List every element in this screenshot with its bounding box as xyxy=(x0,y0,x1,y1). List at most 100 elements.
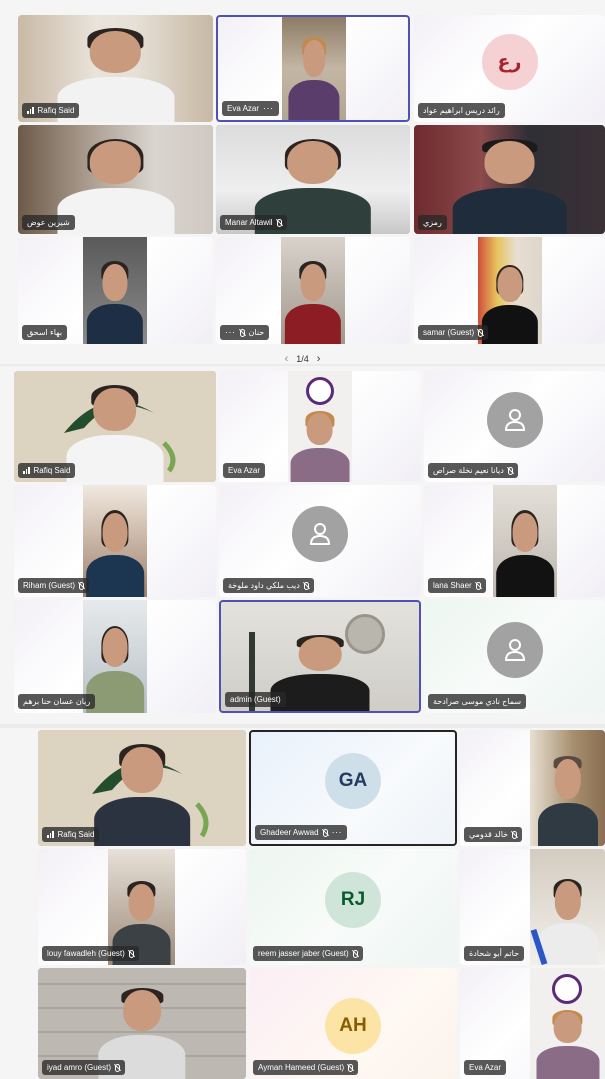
participant-avatar: RJ xyxy=(325,872,381,929)
participant-name-label: louy fawadleh (Guest) xyxy=(42,946,139,961)
participant-name-label: ··· حنان xyxy=(220,325,270,340)
more-options-icon[interactable]: ··· xyxy=(332,825,343,840)
participant-tile[interactable]: iyad amro (Guest) xyxy=(38,968,246,1079)
participant-tile[interactable]: رع رائد دريس ابراهيم عواد xyxy=(414,15,605,122)
participant-tile[interactable]: ديانا نعيم نخلة صراص xyxy=(424,371,605,482)
participant-name-label: ديب ملكي داود ملوخة xyxy=(223,578,314,593)
mic-off-icon xyxy=(128,949,134,958)
participant-name-label: بهاء اسحق xyxy=(22,325,68,340)
participant-name-label: admin (Guest) xyxy=(225,692,286,707)
participant-tile[interactable]: lana Shaer xyxy=(424,485,605,597)
participant-tile[interactable]: Riham (Guest) xyxy=(14,485,216,597)
participant-name-label: reem jasser jaber (Guest) xyxy=(253,946,363,961)
participant-tile[interactable]: Rafiq Said xyxy=(18,15,213,122)
participant-avatar: AH xyxy=(325,997,381,1054)
gallery-pager: ‹ 1/4 › xyxy=(284,353,321,365)
participant-video xyxy=(288,371,352,482)
participant-name-label: سماح نادي موسى صرادحة xyxy=(428,694,527,709)
participant-tile[interactable]: ريان عسان حنا برهم xyxy=(14,600,216,713)
participant-tile[interactable]: Rafiq Said xyxy=(38,730,246,846)
participant-tile[interactable]: RJ reem jasser jaber (Guest) xyxy=(249,849,457,965)
mic-off-icon xyxy=(322,828,328,837)
participant-video xyxy=(282,17,346,120)
signal-bars-icon xyxy=(47,831,54,838)
chevron-right-icon[interactable]: › xyxy=(317,353,321,365)
participant-name-label: Ghadeer Awwad ··· xyxy=(255,825,348,840)
participant-name-label: lana Shaer xyxy=(428,578,486,593)
mic-off-icon xyxy=(352,949,358,958)
mic-off-icon xyxy=(478,328,484,337)
participant-name-label: Ayman Hameed (Guest) xyxy=(253,1060,359,1075)
mic-off-icon xyxy=(276,218,282,227)
participant-name-label: Manar Altawil xyxy=(220,215,287,230)
logo-icon xyxy=(552,974,582,1004)
signal-bars-icon xyxy=(23,467,30,474)
participant-name-label: شيرين عوض xyxy=(22,215,75,230)
participant-video xyxy=(530,849,605,965)
participant-video xyxy=(530,730,605,846)
participant-tile[interactable]: Eva Azar xyxy=(219,371,421,482)
participant-name-label: samar (Guest) xyxy=(418,325,489,340)
participant-video xyxy=(66,384,164,482)
participant-tile[interactable]: شيرين عوض xyxy=(18,125,213,234)
participant-name-label: Riham (Guest) xyxy=(18,578,90,593)
participant-name-label: Eva Azar xyxy=(464,1060,507,1075)
mic-off-icon xyxy=(303,581,309,590)
participant-tile[interactable]: ··· حنان xyxy=(216,237,410,344)
participant-name-label: Eva Azar ··· xyxy=(222,101,279,116)
participant-name-label: Rafiq Said xyxy=(22,103,80,118)
mic-off-icon xyxy=(512,830,518,839)
participant-video xyxy=(452,138,567,234)
participant-name-label: رائد دريس ابراهيم عواد xyxy=(418,103,505,118)
participant-tile[interactable]: Rafiq Said xyxy=(14,371,216,482)
participant-avatar xyxy=(486,621,543,678)
more-options-icon[interactable]: ··· xyxy=(225,325,236,340)
participant-tile[interactable]: حاتم أبو شحادة xyxy=(460,849,605,965)
participant-tile[interactable]: Manar Altawil xyxy=(216,125,410,234)
participant-video xyxy=(281,237,345,344)
participant-tile[interactable]: admin (Guest) xyxy=(219,600,421,713)
gallery-page-3: Rafiq Said GA Ghadeer Awwad ··· خالد قدو… xyxy=(0,728,605,1079)
participant-name-label: Rafiq Said xyxy=(42,827,100,842)
participant-video xyxy=(94,744,190,846)
participant-name-label: رمزي xyxy=(418,215,447,230)
participant-tile[interactable]: بهاء اسحق xyxy=(18,237,213,344)
participant-name-label: حاتم أبو شحادة xyxy=(464,946,525,961)
participant-name-label: Eva Azar xyxy=(223,463,266,478)
participant-tile[interactable]: Eva Azar xyxy=(460,968,605,1079)
participant-tile[interactable]: خالد قدومي xyxy=(460,730,605,846)
mic-off-icon xyxy=(507,466,513,475)
chevron-left-icon[interactable]: ‹ xyxy=(285,353,289,365)
more-options-icon[interactable]: ··· xyxy=(263,101,274,116)
participant-video xyxy=(493,485,557,597)
participant-tile[interactable]: سماح نادي موسى صرادحة xyxy=(424,600,605,713)
participant-tile[interactable]: رمزي xyxy=(414,125,605,234)
participant-name-label: ديانا نعيم نخلة صراص xyxy=(428,463,518,478)
participant-tile[interactable]: samar (Guest) xyxy=(414,237,605,344)
participant-tile[interactable]: Eva Azar ··· xyxy=(216,15,410,122)
participant-tile[interactable]: GA Ghadeer Awwad ··· xyxy=(249,730,457,846)
person-placeholder-icon xyxy=(309,523,331,546)
participant-avatar xyxy=(292,506,348,563)
participant-name-label: iyad amro (Guest) xyxy=(42,1060,126,1075)
participant-name-label: Rafiq Said xyxy=(18,463,76,478)
participant-tile[interactable]: louy fawadleh (Guest) xyxy=(38,849,246,965)
mic-off-icon xyxy=(475,581,481,590)
participant-name-label: خالد قدومي xyxy=(464,827,523,842)
gallery-page-1: Rafiq Said Eva Azar ··· رع رائد دريس ابر… xyxy=(0,0,605,365)
mic-off-icon xyxy=(115,1063,121,1072)
participant-tile[interactable]: ديب ملكي داود ملوخة xyxy=(219,485,421,597)
mic-off-icon xyxy=(348,1063,354,1072)
participant-tile[interactable]: AH Ayman Hameed (Guest) xyxy=(249,968,457,1079)
gallery-page-2: Rafiq Said Eva Azar ديانا نعيم نخلة صراص… xyxy=(0,366,605,724)
mic-off-icon xyxy=(239,328,245,337)
participant-avatar xyxy=(486,391,543,448)
participant-video xyxy=(530,968,605,1079)
participant-video xyxy=(83,237,147,344)
mic-off-icon xyxy=(79,581,85,590)
logo-icon xyxy=(306,377,334,405)
participant-avatar: GA xyxy=(325,753,381,810)
participant-name-label: ريان عسان حنا برهم xyxy=(18,694,96,709)
participant-avatar: رع xyxy=(481,34,538,91)
person-placeholder-icon xyxy=(504,408,525,431)
